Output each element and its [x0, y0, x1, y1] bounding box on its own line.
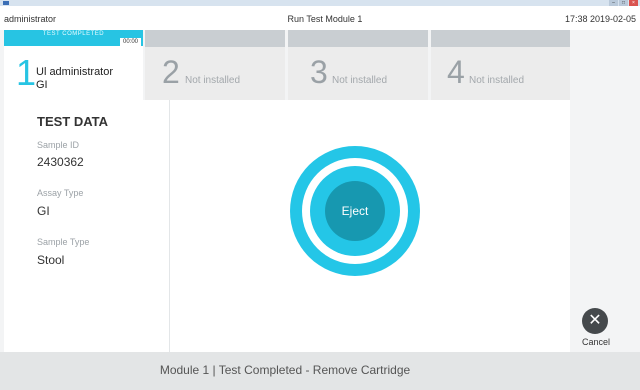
datetime: 17:38 2019-02-05	[564, 14, 636, 24]
tab-module-1[interactable]: TEST COMPLETED 00:00 1 Ul administrator …	[4, 30, 143, 100]
app-icon	[3, 1, 9, 5]
tab-module-2[interactable]: 2 Not installed	[145, 30, 285, 100]
module-assay: GI	[36, 79, 48, 91]
assay-type-label: Assay Type	[37, 188, 84, 198]
module-number: 2	[162, 54, 180, 90]
test-data-panel: TEST DATA Sample ID 2430362 Assay Type G…	[4, 100, 170, 352]
module-timer: 00:00	[119, 38, 141, 46]
module-label: Not installed	[332, 75, 388, 86]
sample-id-label: Sample ID	[37, 140, 80, 150]
module-number: 3	[310, 54, 328, 90]
module-user: Ul administrator	[36, 66, 114, 78]
window-title: Run Test Module 1	[287, 14, 363, 24]
right-action-column	[570, 30, 640, 352]
sample-id-value: 2430362	[37, 155, 84, 169]
module-number: 1	[16, 52, 37, 93]
test-data-heading: TEST DATA	[37, 114, 109, 129]
eject-control: Eject	[290, 146, 420, 276]
module-label: Not installed	[185, 75, 241, 86]
sample-type-label: Sample Type	[37, 237, 90, 247]
module-status-strip	[288, 30, 428, 47]
tab-module-3[interactable]: 3 Not installed	[288, 30, 428, 100]
sample-type-value: Stool	[37, 253, 65, 267]
module-number: 4	[447, 54, 465, 90]
cancel-icon[interactable]: ✕	[582, 308, 608, 334]
cancel-label[interactable]: Cancel	[578, 337, 614, 347]
status-bar: Module 1 | Test Completed - Remove Cartr…	[0, 352, 640, 390]
module-tabs: TEST COMPLETED 00:00 1 Ul administrator …	[4, 30, 570, 100]
title-bar: administrator Run Test Module 1 17:38 20…	[0, 6, 640, 30]
logged-in-user: administrator	[4, 14, 57, 24]
eject-button[interactable]: Eject	[325, 181, 385, 241]
tab-module-4[interactable]: 4 Not installed	[431, 30, 570, 100]
module-status-strip	[431, 30, 570, 47]
module-label: Not installed	[469, 75, 525, 86]
status-message: Module 1 | Test Completed - Remove Cartr…	[159, 363, 411, 377]
module-status-strip	[145, 30, 285, 47]
main-panel: TEST DATA Sample ID 2430362 Assay Type G…	[4, 100, 570, 352]
module-status-strip: TEST COMPLETED 00:00	[4, 30, 143, 46]
module-status: TEST COMPLETED	[42, 31, 105, 37]
assay-type-value: GI	[37, 204, 50, 218]
